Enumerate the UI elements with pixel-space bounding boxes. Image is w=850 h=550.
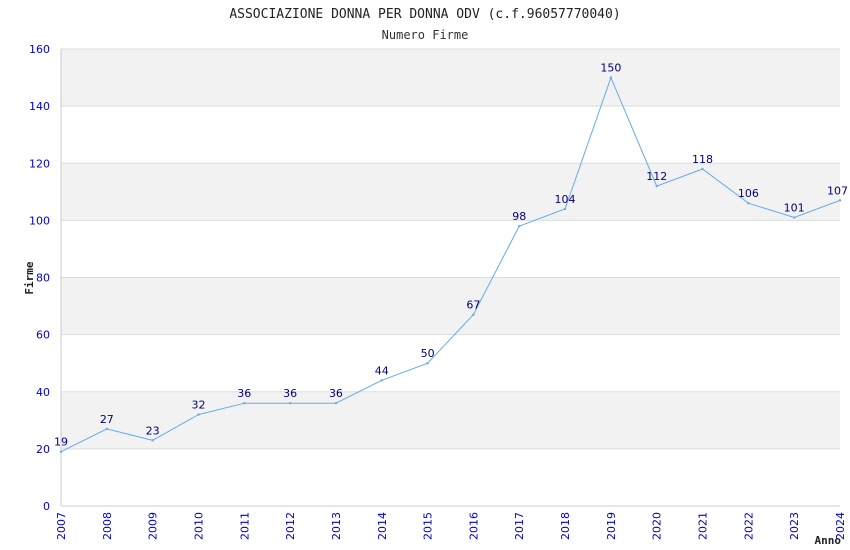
y-tick-label: 140 (29, 100, 50, 113)
data-point (792, 216, 796, 219)
x-tick-label: 2010 (192, 512, 205, 540)
data-point (426, 361, 429, 365)
data-label: 23 (146, 424, 160, 437)
data-label: 112 (646, 170, 667, 183)
x-tick-label: 2019 (605, 512, 618, 540)
data-label: 107 (827, 184, 848, 197)
background-band (61, 277, 840, 335)
data-point (288, 401, 292, 405)
x-tick-label: 2011 (238, 512, 251, 540)
y-tick-label: 20 (36, 443, 50, 456)
data-label: 27 (100, 413, 114, 426)
plot-background-bands (61, 49, 840, 449)
data-label: 19 (54, 436, 68, 449)
data-label: 67 (466, 299, 480, 312)
x-tick-label: 2009 (147, 512, 160, 540)
data-label: 150 (600, 62, 621, 75)
x-tick-label: 2018 (559, 512, 572, 540)
data-label: 36 (237, 387, 251, 400)
x-tick-label: 2015 (422, 512, 435, 540)
y-tick-label: 80 (36, 272, 50, 285)
data-point (838, 199, 842, 202)
chart-title: ASSOCIAZIONE DONNA PER DONNA ODV (c.f.96… (229, 7, 620, 22)
data-point (334, 401, 338, 405)
x-tick-label: 2016 (467, 512, 480, 540)
data-point (197, 413, 200, 416)
x-tick-label: 2012 (284, 512, 297, 540)
x-tick-label: 2023 (788, 512, 801, 540)
x-tick-label: 2022 (742, 512, 755, 540)
background-band (61, 49, 840, 107)
y-tick-label: 0 (43, 500, 50, 513)
y-axis-title: Firme (23, 261, 36, 294)
data-label: 36 (329, 387, 343, 400)
data-label: 32 (191, 399, 205, 412)
data-labels: 19 27 23 32 36 36 36 44 50 67 98 104 150 112 118 106 101… (54, 62, 848, 449)
y-tick-label: 160 (29, 43, 50, 56)
x-axis-tick-labels: 2007 2008 2009 2010 2011 2012 2013 2014 2015 2016… (55, 512, 847, 540)
x-tick-label: 2017 (513, 512, 526, 540)
chart-subtitle: Numero Firme (382, 28, 469, 42)
x-tick-label: 2008 (101, 512, 114, 540)
data-point (747, 202, 750, 205)
data-label: 98 (512, 210, 526, 223)
x-tick-label: 2007 (55, 512, 68, 540)
x-tick-label: 2014 (376, 512, 389, 540)
data-point (701, 167, 704, 171)
data-label: 106 (738, 187, 759, 200)
data-point (59, 450, 63, 453)
data-point (380, 379, 383, 382)
x-tick-label: 2013 (330, 512, 343, 540)
x-tick-label: 2020 (651, 512, 664, 540)
data-point (609, 76, 613, 79)
y-tick-label: 40 (36, 386, 50, 399)
data-point (472, 313, 475, 316)
line-chart: ASSOCIAZIONE DONNA PER DONNA ODV (c.f.96… (23, 7, 848, 547)
data-label: 50 (421, 347, 435, 360)
data-point (563, 207, 567, 211)
data-label: 36 (283, 387, 297, 400)
data-label: 118 (692, 153, 713, 166)
y-tick-label: 120 (29, 157, 50, 170)
background-band (61, 391, 840, 449)
data-point (518, 224, 521, 228)
background-band (61, 163, 840, 221)
data-label: 104 (555, 193, 576, 206)
y-tick-label: 60 (36, 329, 50, 342)
data-point (105, 427, 109, 431)
y-tick-label: 100 (29, 214, 50, 227)
x-tick-label: 2021 (697, 512, 710, 540)
x-axis-title: Anno (815, 534, 842, 547)
data-label: 44 (375, 364, 389, 377)
data-label: 101 (784, 202, 805, 215)
data-point (243, 401, 246, 405)
data-point (655, 184, 658, 188)
data-point (151, 439, 154, 442)
